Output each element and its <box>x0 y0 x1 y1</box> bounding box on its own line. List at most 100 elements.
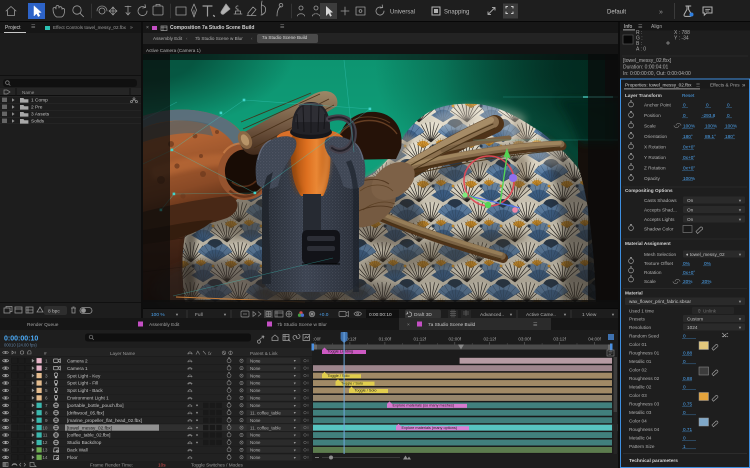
svg-text:None: None <box>250 373 261 378</box>
svg-text:▼: ▼ <box>293 426 297 430</box>
svg-text:2: 2 <box>45 366 48 371</box>
svg-text:3: 3 <box>45 373 48 378</box>
svg-text:None: None <box>250 403 261 408</box>
svg-text:Color 03: Color 03 <box>629 393 647 398</box>
svg-text:Layer Transform: Layer Transform <box>625 93 662 98</box>
svg-text:Universal: Universal <box>390 10 415 16</box>
svg-text:▼: ▼ <box>293 374 297 378</box>
svg-text:12: 12 <box>42 440 48 445</box>
svg-text:Frame Render Time:: Frame Render Time: <box>90 463 133 468</box>
svg-text:Y : -34: Y : -34 <box>674 36 689 42</box>
svg-text:Reset: Reset <box>682 93 695 98</box>
svg-text:02:12f: 02:12f <box>483 337 496 342</box>
svg-text:Opacity: Opacity <box>644 176 661 181</box>
svg-text:180°: 180° <box>683 134 693 139</box>
svg-text:▼: ▼ <box>293 456 297 460</box>
svg-text:None: None <box>250 433 261 438</box>
svg-text:Z Rotation: Z Rotation <box>644 166 666 171</box>
svg-text:▼: ▼ <box>738 317 742 322</box>
svg-text:1: 1 <box>683 444 686 449</box>
svg-text:Pattern Size: Pattern Size <box>629 444 655 449</box>
svg-text:Rotation: Rotation <box>644 270 662 275</box>
svg-text:Snapping: Snapping <box>444 10 469 16</box>
svg-text:0: 0 <box>727 103 730 108</box>
svg-text:Y Rotation: Y Rotation <box>644 155 666 160</box>
svg-text:Position: Position <box>644 113 661 118</box>
svg-text:Used 1 time: Used 1 time <box>629 309 654 314</box>
svg-text:Metallic 04: Metallic 04 <box>629 436 652 441</box>
svg-text:▼: ▼ <box>293 396 297 400</box>
svg-text:1: 1 <box>45 358 48 363</box>
svg-text:Roughness 03: Roughness 03 <box>629 402 660 407</box>
svg-text:Toggle / Solo: Toggle / Solo <box>355 389 377 393</box>
svg-text:▼: ▼ <box>611 312 615 317</box>
svg-text:wax_flower_print_fabric.sbsar: wax_flower_print_fabric.sbsar <box>629 299 691 304</box>
svg-text:None: None <box>250 418 261 423</box>
svg-text:None: None <box>250 440 261 445</box>
svg-text::00f: :00f <box>313 337 321 342</box>
svg-text:0: 0 <box>683 385 686 390</box>
svg-text:Presets: Presets <box>629 317 646 322</box>
svg-text:Roughness 04: Roughness 04 <box>629 427 660 432</box>
svg-text:0x+0°: 0x+0° <box>683 270 695 275</box>
svg-text:☰: ☰ <box>533 322 538 328</box>
svg-text:4: 4 <box>45 381 48 386</box>
svg-text:Camera 2: Camera 2 <box>67 358 88 363</box>
svg-text:Texture Offset: Texture Offset <box>644 261 674 266</box>
svg-text:Layer Name: Layer Name <box>110 351 135 356</box>
svg-text:▼: ▼ <box>293 389 297 393</box>
svg-text:[coffee_table_02.fbx]: [coffee_table_02.fbx] <box>67 433 110 438</box>
svg-text:▼: ▼ <box>175 312 179 317</box>
svg-text:Metallic 03: Metallic 03 <box>629 410 652 415</box>
svg-text:Accepts Shad...: Accepts Shad... <box>644 208 677 213</box>
svg-text:0.88: 0.88 <box>683 351 693 356</box>
svg-text:Align: Align <box>651 24 662 30</box>
svg-text:Parent & Link: Parent & Link <box>250 351 278 356</box>
svg-text:▼: ▼ <box>293 404 297 408</box>
svg-text:1024: 1024 <box>687 325 698 330</box>
svg-text:[portable_bottle_pouch.fbx]: [portable_bottle_pouch.fbx] <box>67 403 124 408</box>
svg-text:00010 (24.00 fps): 00010 (24.00 fps) <box>4 343 37 348</box>
svg-text:Properties: towel_messy_02.fbx: Properties: towel_messy_02.fbx <box>625 83 692 88</box>
svg-text:⌚︎ Unlink: ⌚︎ Unlink <box>697 309 717 314</box>
svg-text:180°: 180° <box>725 134 735 139</box>
svg-text:Compositing Options: Compositing Options <box>625 188 673 193</box>
svg-text:Resolution: Resolution <box>629 325 652 330</box>
svg-text:Name: Name <box>22 90 35 95</box>
svg-text:0.88: 0.88 <box>683 376 693 381</box>
svg-text:▼: ▼ <box>223 312 227 317</box>
svg-text:Orientation: Orientation <box>644 134 667 139</box>
svg-text:▼: ▼ <box>738 325 742 330</box>
svg-text:On: On <box>687 208 694 213</box>
svg-text:Roughness 01: Roughness 01 <box>629 351 660 356</box>
svg-text:[towel_messy_02.fbx]: [towel_messy_02.fbx] <box>623 58 672 64</box>
svg-text:100%: 100% <box>683 124 695 129</box>
svg-text:Spot Light - Key: Spot Light - Key <box>67 373 101 378</box>
svg-text:Camera 1: Camera 1 <box>67 366 88 371</box>
svg-text:14: 14 <box>42 455 48 460</box>
svg-text:9: 9 <box>45 418 48 423</box>
svg-text:»: » <box>659 9 663 16</box>
svg-text:Scale: Scale <box>644 124 656 129</box>
svg-text:0%: 0% <box>704 261 711 266</box>
svg-text:None: None <box>250 366 261 371</box>
svg-text:Mesh Selection: Mesh Selection <box>644 252 676 257</box>
svg-text:89.1°: 89.1° <box>705 134 716 139</box>
svg-text:Explore materials (many option: Explore materials (many options) <box>402 426 458 430</box>
svg-text:7: 7 <box>45 403 48 408</box>
svg-text:Studio Backdrop: Studio Backdrop <box>67 440 102 445</box>
svg-text:A : 0: A : 0 <box>636 47 646 53</box>
svg-text:▼: ▼ <box>293 359 297 363</box>
svg-text:[driftwood_05.fbx]: [driftwood_05.fbx] <box>67 410 104 415</box>
svg-text:Environment Light 1: Environment Light 1 <box>67 396 109 401</box>
svg-text:02:00f: 02:00f <box>449 337 462 342</box>
svg-text:None: None <box>250 388 261 393</box>
svg-text:0: 0 <box>683 334 686 339</box>
svg-text:0: 0 <box>683 359 686 364</box>
svg-text:Custom: Custom <box>687 317 703 322</box>
svg-text:▼: ▼ <box>563 312 567 317</box>
svg-text:01:00f: 01:00f <box>379 337 392 342</box>
svg-text:On: On <box>687 217 694 222</box>
svg-text:0%: 0% <box>683 261 690 266</box>
svg-text:[marine_propeller_flat_head_02: [marine_propeller_flat_head_02.fbx] <box>67 418 142 423</box>
